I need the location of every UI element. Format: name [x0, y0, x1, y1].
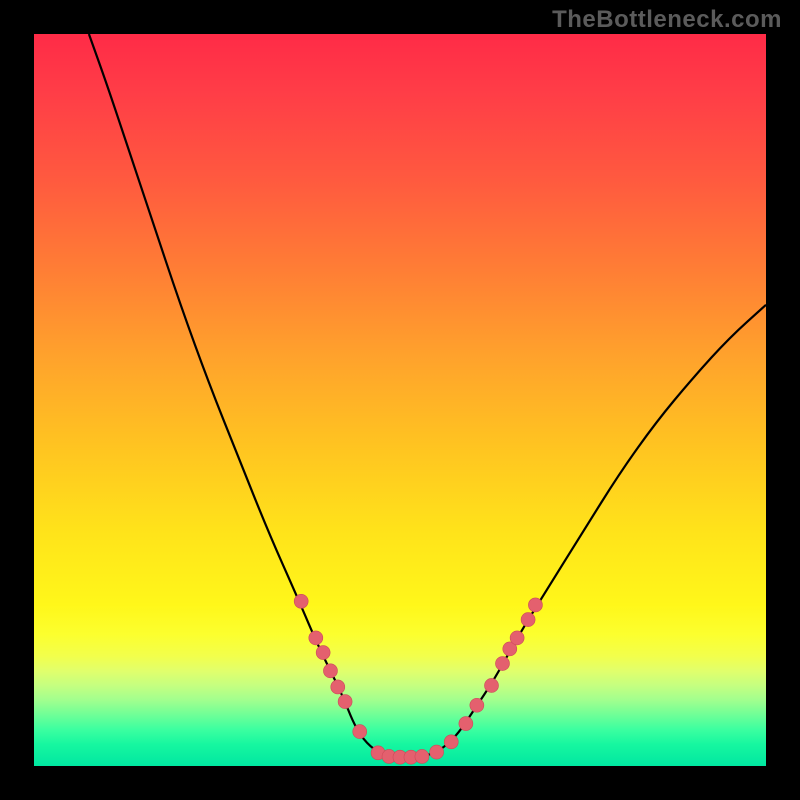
data-marker — [316, 646, 330, 660]
bottleneck-curve — [89, 34, 766, 757]
data-marker — [309, 631, 323, 645]
data-marker — [338, 695, 352, 709]
data-marker — [470, 698, 484, 712]
data-marker — [485, 678, 499, 692]
data-marker — [521, 613, 535, 627]
data-marker — [331, 680, 345, 694]
data-marker — [430, 745, 444, 759]
chart-svg — [34, 34, 766, 766]
data-marker — [323, 664, 337, 678]
data-marker — [415, 749, 429, 763]
markers-group — [294, 594, 542, 764]
data-marker — [444, 735, 458, 749]
data-marker — [528, 598, 542, 612]
data-marker — [495, 657, 509, 671]
data-marker — [459, 717, 473, 731]
data-marker — [353, 725, 367, 739]
watermark-text: TheBottleneck.com — [552, 6, 782, 34]
plot-area — [34, 34, 766, 766]
data-marker — [510, 631, 524, 645]
chart-container: TheBottleneck.com — [0, 0, 800, 800]
data-marker — [294, 594, 308, 608]
